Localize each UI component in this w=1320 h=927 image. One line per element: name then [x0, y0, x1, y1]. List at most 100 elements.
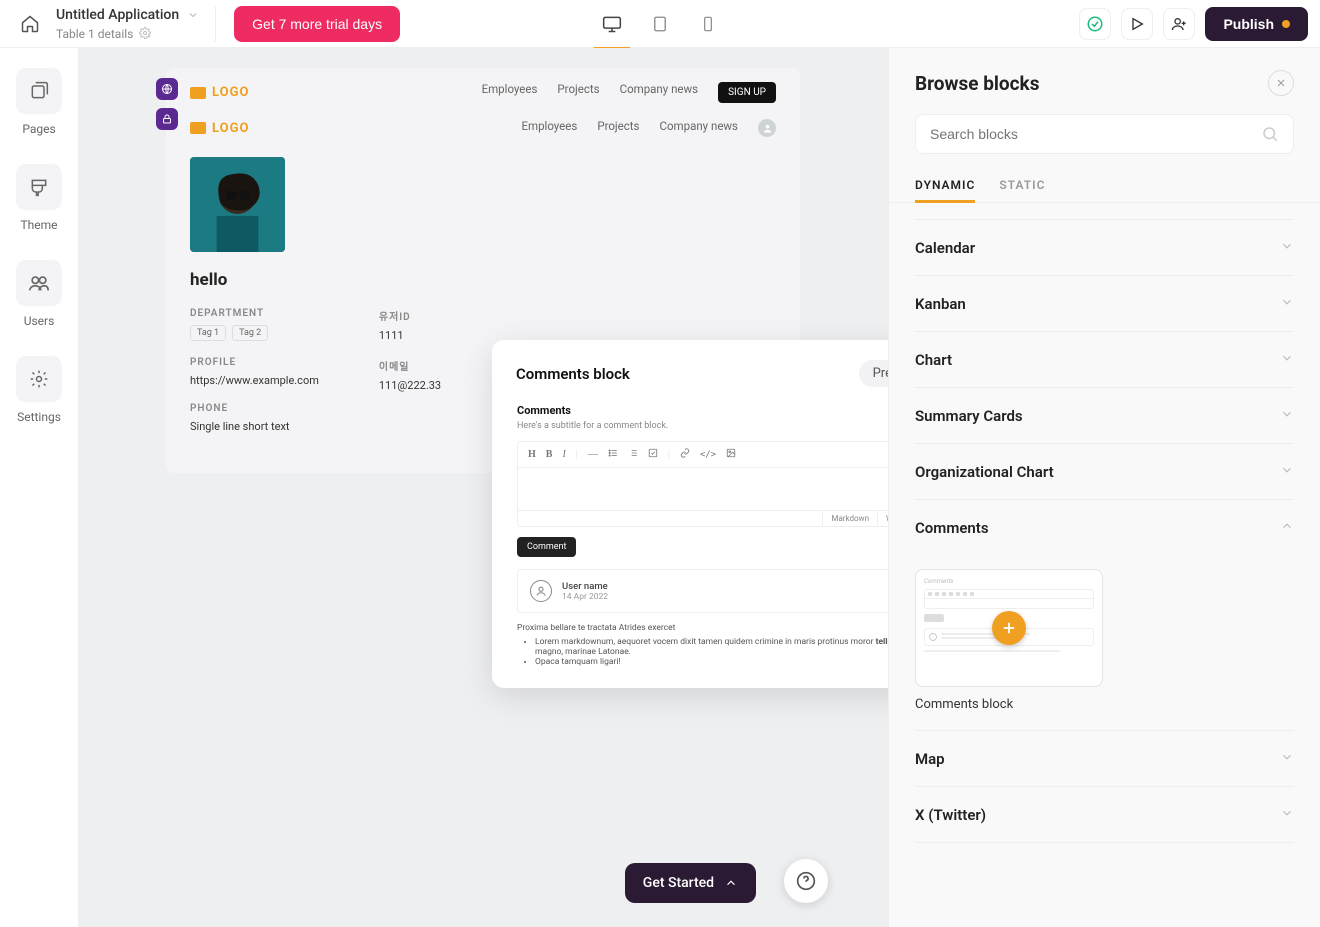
- chevron-up-icon: [724, 876, 738, 890]
- tb-ol-icon[interactable]: [628, 448, 638, 461]
- rail-users-label: Users: [24, 314, 55, 328]
- block-handle-1[interactable]: [156, 78, 178, 100]
- chevron-down-icon: [1280, 406, 1294, 425]
- globe-icon: [161, 83, 173, 95]
- comment-date: 14 Apr 2022: [562, 592, 608, 602]
- rail-pages[interactable]: Pages: [16, 68, 62, 136]
- profile-photo[interactable]: [190, 157, 285, 252]
- logo-2[interactable]: LOGO: [190, 121, 249, 136]
- device-mobile[interactable]: [696, 12, 720, 36]
- search-input[interactable]: [930, 126, 1261, 142]
- tb-image-icon[interactable]: [726, 448, 736, 461]
- publish-button[interactable]: Publish: [1205, 7, 1308, 41]
- app-name[interactable]: Untitled Application: [56, 7, 179, 23]
- close-icon: [1275, 77, 1287, 89]
- preview-button[interactable]: Preview: [859, 360, 888, 387]
- category-chart[interactable]: Chart: [915, 332, 1294, 388]
- device-desktop[interactable]: [600, 12, 624, 36]
- category-map[interactable]: Map: [915, 731, 1294, 787]
- tb-italic[interactable]: I: [562, 449, 565, 460]
- rail-theme-label: Theme: [20, 218, 57, 232]
- rail-pages-label: Pages: [22, 122, 55, 136]
- tb-link-icon[interactable]: [680, 448, 690, 461]
- tb-heading[interactable]: H: [528, 449, 536, 460]
- app-subtitle[interactable]: Table 1 details: [56, 27, 133, 41]
- status-ok-button[interactable]: [1079, 8, 1111, 40]
- tag-2[interactable]: Tag 2: [232, 325, 268, 341]
- device-tablet[interactable]: [648, 12, 672, 36]
- browse-blocks-panel: Browse blocks DYNAMIC STATIC Calendar Ka…: [888, 48, 1320, 927]
- app-name-chevron-icon[interactable]: [187, 6, 199, 25]
- comment-submit-button[interactable]: Comment: [517, 537, 576, 557]
- comments-block-caption: Comments block: [915, 697, 1294, 712]
- rail-settings[interactable]: Settings: [16, 356, 62, 424]
- mini-heading: Comments: [924, 578, 1094, 585]
- chevron-down-icon: [1280, 805, 1294, 824]
- profile-url-value: https://www.example.com: [190, 374, 319, 387]
- nav2-projects[interactable]: Projects: [597, 119, 639, 137]
- phone-label: PHONE: [190, 403, 319, 414]
- get-started-button[interactable]: Get Started: [625, 863, 756, 903]
- category-org[interactable]: Organizational Chart: [915, 444, 1294, 500]
- tb-check-icon[interactable]: [648, 448, 658, 461]
- comment-user-name: User name: [562, 581, 608, 592]
- nav-news[interactable]: Company news: [620, 82, 699, 103]
- tb-bold[interactable]: B: [546, 449, 553, 460]
- trial-button[interactable]: Get 7 more trial days: [234, 6, 400, 42]
- editor-tab-markdown[interactable]: Markdown: [822, 511, 877, 526]
- nav2-news[interactable]: Company news: [659, 119, 738, 137]
- site-nav-2: LOGO Employees Projects Company news: [166, 117, 800, 151]
- category-twitter[interactable]: X (Twitter): [915, 787, 1294, 843]
- chevron-down-icon: [1280, 749, 1294, 768]
- question-icon: [796, 871, 816, 891]
- profile-name: hello: [190, 270, 776, 290]
- block-preview-popover: Comments block Preview Comments Here's a…: [492, 340, 888, 688]
- tablet-icon: [651, 15, 669, 33]
- invite-user-button[interactable]: [1163, 8, 1195, 40]
- nav-employees[interactable]: Employees: [482, 82, 538, 103]
- chevron-down-icon: [1280, 350, 1294, 369]
- nav2-employees[interactable]: Employees: [521, 119, 577, 137]
- signup-button[interactable]: SIGN UP: [718, 82, 776, 103]
- site-nav-1: LOGO Employees Projects Company news SIG…: [166, 68, 800, 117]
- rail-users[interactable]: Users: [16, 260, 62, 328]
- email-value: 111@222.33: [379, 379, 441, 392]
- chevron-down-icon: [1280, 462, 1294, 481]
- tb-dash[interactable]: —: [588, 449, 598, 460]
- email-label: 이메일: [379, 358, 441, 373]
- preview-run-button[interactable]: [1121, 8, 1153, 40]
- tb-ul-icon[interactable]: [608, 448, 618, 461]
- category-kanban[interactable]: Kanban: [915, 276, 1294, 332]
- editor-tab-wysiwyg[interactable]: WYSIWYG: [877, 511, 888, 526]
- close-panel-button[interactable]: [1268, 70, 1294, 96]
- user-avatar[interactable]: [758, 119, 776, 137]
- nav-projects[interactable]: Projects: [557, 82, 599, 103]
- comment-body-li1: Lorem markdownum, aequoret vocem dixit t…: [535, 637, 888, 657]
- gear-icon[interactable]: [139, 27, 151, 42]
- publish-label: Publish: [1223, 16, 1274, 32]
- search-box[interactable]: [915, 114, 1294, 154]
- category-calendar[interactable]: Calendar: [915, 219, 1294, 276]
- home-button[interactable]: [12, 6, 48, 42]
- publish-status-dot-icon: [1282, 20, 1290, 28]
- tag-1[interactable]: Tag 1: [190, 325, 226, 341]
- comments-block-card[interactable]: Comments: [915, 569, 1103, 687]
- comment-editor[interactable]: H B I | — | </> Ma: [517, 441, 888, 527]
- tab-dynamic[interactable]: DYNAMIC: [915, 168, 975, 202]
- preview-subtitle: Here's a subtitle for a comment block.: [517, 421, 888, 431]
- photo-placeholder-icon: [190, 157, 285, 252]
- tab-static[interactable]: STATIC: [999, 168, 1045, 202]
- add-block-button[interactable]: [992, 611, 1026, 645]
- category-comments[interactable]: Comments: [915, 500, 1294, 555]
- comment-body-lead: Proxima bellare te tractata Atrides exer…: [517, 623, 888, 633]
- logo[interactable]: LOGO: [190, 85, 249, 100]
- logo-text: LOGO: [212, 85, 249, 100]
- rail-theme[interactable]: Theme: [16, 164, 62, 232]
- tb-code[interactable]: </>: [700, 450, 716, 460]
- help-button[interactable]: [784, 859, 828, 903]
- comment-card: User name 14 Apr 2022: [517, 569, 888, 613]
- comments-expanded: Comments Comments block: [915, 555, 1294, 731]
- device-switcher: [600, 12, 720, 36]
- block-handle-2[interactable]: [156, 108, 178, 130]
- category-summary[interactable]: Summary Cards: [915, 388, 1294, 444]
